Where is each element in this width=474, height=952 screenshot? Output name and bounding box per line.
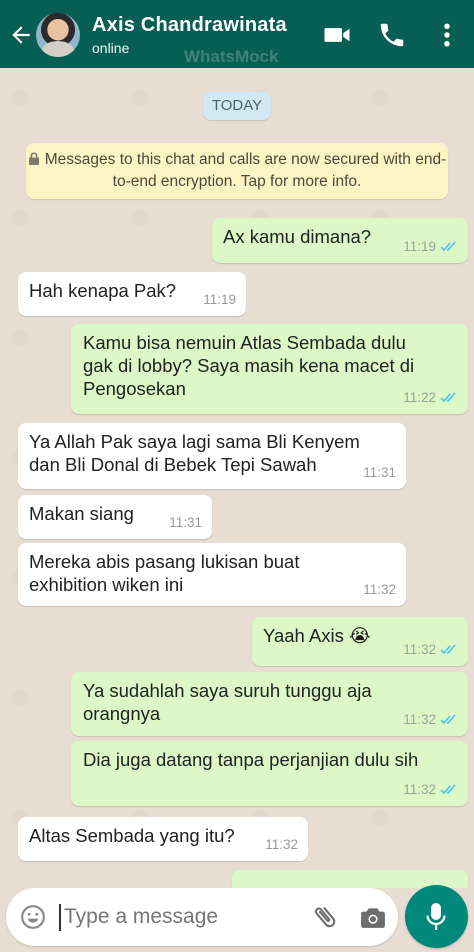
microphone-icon — [426, 903, 446, 930]
message-text: Kamu bisa nemuin Atlas Sembada dulu gak … — [83, 332, 415, 399]
message-time: 11:19 — [203, 292, 236, 307]
message-bubble-incoming[interactable]: Makan siang 11:31 — [18, 495, 212, 539]
message-time: 11:31 — [169, 515, 202, 530]
lock-icon — [28, 152, 39, 165]
text-cursor — [59, 904, 61, 931]
message-time: 11:32 — [403, 712, 436, 727]
watermark: WhatsMock — [184, 47, 279, 66]
message-time: 11:32 — [403, 782, 436, 797]
more-options-icon[interactable] — [432, 20, 462, 50]
phone-icon[interactable] — [377, 20, 407, 50]
message-bubble-incoming[interactable]: Ya Allah Pak saya lagi sama Bli Kenyem d… — [18, 423, 406, 489]
message-time: 11:32 — [403, 642, 436, 657]
message-bubble-outgoing[interactable]: Ax kamu dimana? 11:19 — [212, 218, 468, 263]
message-time: 11:22 — [403, 390, 436, 405]
double-check-icon — [440, 644, 456, 655]
message-text: Dia juga datang tanpa perjanjian dulu si… — [83, 749, 419, 770]
message-text: Altas Sembada yang itu? — [29, 825, 235, 846]
voice-message-button[interactable] — [405, 885, 468, 948]
contact-name[interactable]: Axis Chandrawinata — [92, 14, 287, 37]
double-check-icon — [440, 714, 456, 725]
double-check-icon — [440, 241, 456, 252]
avatar[interactable] — [36, 13, 80, 57]
message-bubble-incoming[interactable]: Mereka abis pasang lukisan buat exhibiti… — [18, 543, 406, 606]
double-check-icon — [440, 392, 456, 403]
message-input-bar — [6, 888, 398, 946]
encryption-notice-text: Messages to this chat and calls are now … — [44, 151, 447, 190]
emoji-icon[interactable] — [20, 904, 46, 930]
message-bubble-incoming[interactable]: Hah kenapa Pak? 11:19 — [18, 272, 246, 316]
message-text: Ya Allah Pak saya lagi sama Bli Kenyem d… — [29, 431, 360, 475]
message-bubble-incoming[interactable]: Altas Sembada yang itu? 11:32 — [18, 817, 308, 861]
message-text: Mereka abis pasang lukisan buat exhibiti… — [29, 551, 300, 595]
double-check-icon — [440, 784, 456, 795]
message-input[interactable] — [64, 905, 294, 929]
video-call-icon[interactable] — [322, 20, 352, 50]
message-time: 11:31 — [363, 465, 396, 480]
contact-status: online — [92, 40, 130, 56]
encryption-notice[interactable]: Messages to this chat and calls are now … — [26, 143, 448, 199]
message-bubble-outgoing[interactable]: Kamu bisa nemuin Atlas Sembada dulu gak … — [71, 324, 468, 414]
message-bubble-outgoing[interactable]: Ya sudahlah saya suruh tunggu aja orangn… — [71, 672, 468, 736]
chat-area[interactable]: TODAY Messages to this chat and calls ar… — [0, 68, 474, 888]
date-separator: TODAY — [203, 92, 271, 120]
message-bubble-outgoing[interactable]: Yaah Axis 😭 11:32 — [252, 617, 468, 666]
message-time: 11:32 — [363, 582, 396, 597]
chat-header: Axis Chandrawinata online WhatsMock — [0, 0, 474, 68]
back-arrow-icon[interactable] — [8, 22, 34, 48]
message-bubble-outgoing[interactable]: Dia juga datang tanpa perjanjian dulu si… — [71, 741, 468, 806]
paperclip-icon[interactable] — [311, 903, 339, 931]
message-time: 11:19 — [403, 239, 436, 254]
camera-icon[interactable] — [360, 905, 386, 929]
message-text: Ya sudahlah saya suruh tunggu aja orangn… — [83, 680, 372, 724]
message-time: 11:32 — [265, 837, 298, 852]
